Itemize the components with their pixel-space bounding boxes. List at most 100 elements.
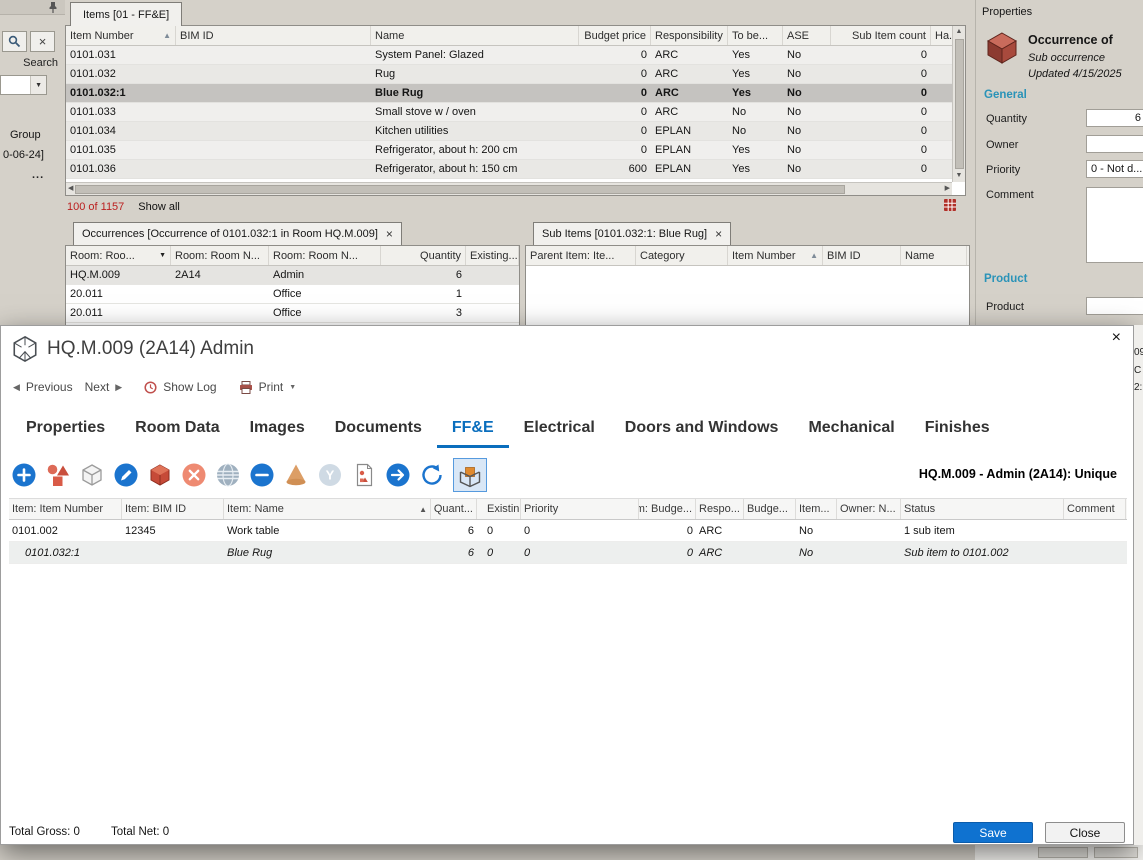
column-header-room[interactable]: Room: Roo...▼ [66,246,171,265]
column-header-bim-id[interactable]: BIM ID [176,26,371,45]
vertical-scrollbar[interactable]: ▲ ▼ [952,26,965,182]
close-icon[interactable]: × [386,228,393,240]
column-header-item-number[interactable]: Item Number▲ [728,246,823,265]
tab-room-data[interactable]: Room Data [120,413,234,448]
table-row-selected[interactable]: 0101.032:1 Blue Rug 0 ARC Yes No 0 [66,84,952,103]
tab-doors-and-windows[interactable]: Doors and Windows [610,413,794,448]
table-row[interactable]: 0101.036 Refrigerator, about h: 150 cm 6… [66,160,952,179]
column-header-name[interactable]: Name [901,246,967,265]
y-sphere-button[interactable]: Y [317,462,343,488]
table-row-selected[interactable]: HQ.M.009 2A14 Admin 6 [66,266,519,285]
edit-button[interactable] [113,462,139,488]
column-header-sub-item-count[interactable]: Sub Item count [831,26,931,45]
box-cube-button-selected[interactable] [453,458,487,492]
close-button[interactable]: Close [1045,822,1125,843]
search-button[interactable] [2,31,27,52]
tab-subitems[interactable]: Sub Items [0101.032:1: Blue Rug] × [533,222,731,245]
table-row[interactable]: 20.011 Office 3 [66,304,519,323]
scroll-left-icon[interactable]: ◀ [68,184,73,194]
table-row[interactable]: 0101.031 System Panel: Glazed 0 ARC Yes … [66,46,952,65]
table-row[interactable]: 0101.032 Rug 0 ARC Yes No 0 [66,65,952,84]
column-header-existing[interactable]: Existin... [477,499,521,519]
delete-button[interactable] [181,462,207,488]
tab-properties[interactable]: Properties [11,413,120,448]
comment-field[interactable] [1086,187,1143,263]
column-header-budget[interactable]: Budge... [744,499,796,519]
tab-electrical[interactable]: Electrical [509,413,610,448]
remove-button[interactable] [249,462,275,488]
column-header-parent-item[interactable]: Parent Item: Ite... [526,246,636,265]
column-header-ha[interactable]: Ha... [931,26,953,45]
column-header-item-number[interactable]: Item: Item Number [9,499,122,519]
table-row[interactable]: 20.011 Office 1 [66,285,519,304]
red-cube-button[interactable] [147,462,173,488]
column-header-existing[interactable]: Existing... [466,246,519,265]
scrollbar-thumb[interactable] [955,39,964,169]
column-header-bim-id[interactable]: Item: BIM ID [122,499,224,519]
tab-occurrences[interactable]: Occurrences [Occurrence of 0101.032:1 in… [73,222,402,245]
column-header-quantity[interactable]: Quantity [381,246,466,265]
clear-search-button[interactable]: × [30,31,55,52]
column-header-comment[interactable]: Comment [1064,499,1126,519]
close-icon[interactable]: × [715,228,722,240]
column-header-responsibility[interactable]: Responsibility [651,26,728,45]
column-header-room-n1[interactable]: Room: Room N... [171,246,269,265]
cube-outline-button[interactable] [79,462,105,488]
filter-combobox[interactable]: ▼ [0,75,47,95]
column-header-owner[interactable]: Owner: N... [837,499,901,519]
pin-icon[interactable] [48,1,58,13]
scroll-up-icon[interactable]: ▲ [956,27,963,37]
column-header-quantity[interactable]: Quant... [431,499,477,519]
show-all-link[interactable]: Show all [138,201,180,213]
tab-items[interactable]: Items [01 - FF&E] [70,2,182,26]
more-button[interactable]: ... [32,166,60,184]
table-row[interactable]: 0101.035 Refrigerator, about h: 200 cm 0… [66,141,952,160]
arrow-right-button[interactable] [385,462,411,488]
column-header-to-be[interactable]: To be... [728,26,783,45]
filter-icon[interactable]: ▼ [159,252,166,259]
table-row[interactable]: 0101.034 Kitchen utilities 0 EPLAN No No… [66,122,952,141]
show-log-button[interactable]: Show Log [163,380,216,394]
table-row[interactable]: 0101.033 Small stove w / oven 0 ARC No N… [66,103,952,122]
owner-field[interactable] [1086,135,1143,153]
report-icon[interactable] [943,198,957,212]
print-button[interactable]: Print [259,380,284,394]
tab-documents[interactable]: Documents [320,413,437,448]
shapes-button[interactable] [45,462,71,488]
column-header-item[interactable]: Item... [796,499,837,519]
column-header-budget-price[interactable]: Budget price [579,26,651,45]
next-button[interactable]: Next [85,380,110,394]
horizontal-scrollbar[interactable]: ◀ ▶ [66,182,952,195]
scroll-down-icon[interactable]: ▼ [956,171,963,181]
tab-finishes[interactable]: Finishes [910,413,1005,448]
column-header-name[interactable]: Name [371,26,579,45]
print-dropdown-icon[interactable]: ▼ [289,384,296,391]
column-header-item-name[interactable]: Item: Name▲ [224,499,431,519]
column-header-status[interactable]: Status [901,499,1064,519]
table-row[interactable]: 0101.002 12345 Work table 6 0 0 0 ARC No… [9,520,1127,542]
table-row-subitem[interactable]: 0101.032:1 Blue Rug 6 0 0 0 ARC No Sub i… [9,542,1127,564]
column-header-ase[interactable]: ASE [783,26,831,45]
priority-dropdown[interactable]: 0 - Not d... [1086,160,1143,178]
column-header-category[interactable]: Category [636,246,728,265]
previous-button[interactable]: Previous [26,380,73,394]
column-header-item-number[interactable]: Item Number▲ [66,26,176,45]
cone-button[interactable] [283,462,309,488]
sphere-button[interactable] [215,462,241,488]
sync-button[interactable] [419,462,445,488]
scroll-right-icon[interactable]: ▶ [945,184,950,194]
scrollbar-thumb[interactable] [75,185,845,194]
close-icon[interactable]: × [1112,329,1121,347]
column-header-responsibility[interactable]: Respo... [696,499,744,519]
document-shapes-button[interactable] [351,462,377,488]
column-header-priority[interactable]: Priority [521,499,639,519]
tab-ffe[interactable]: FF&E [437,413,509,448]
add-button[interactable] [11,462,37,488]
quantity-field[interactable]: 6 [1086,109,1143,127]
previous-arrow-icon[interactable]: ◀ [13,382,20,393]
tab-mechanical[interactable]: Mechanical [793,413,909,448]
next-arrow-icon[interactable]: ▶ [115,382,122,393]
save-button[interactable]: Save [953,822,1033,843]
column-header-bim-id[interactable]: BIM ID [823,246,901,265]
product-field[interactable] [1086,297,1143,315]
